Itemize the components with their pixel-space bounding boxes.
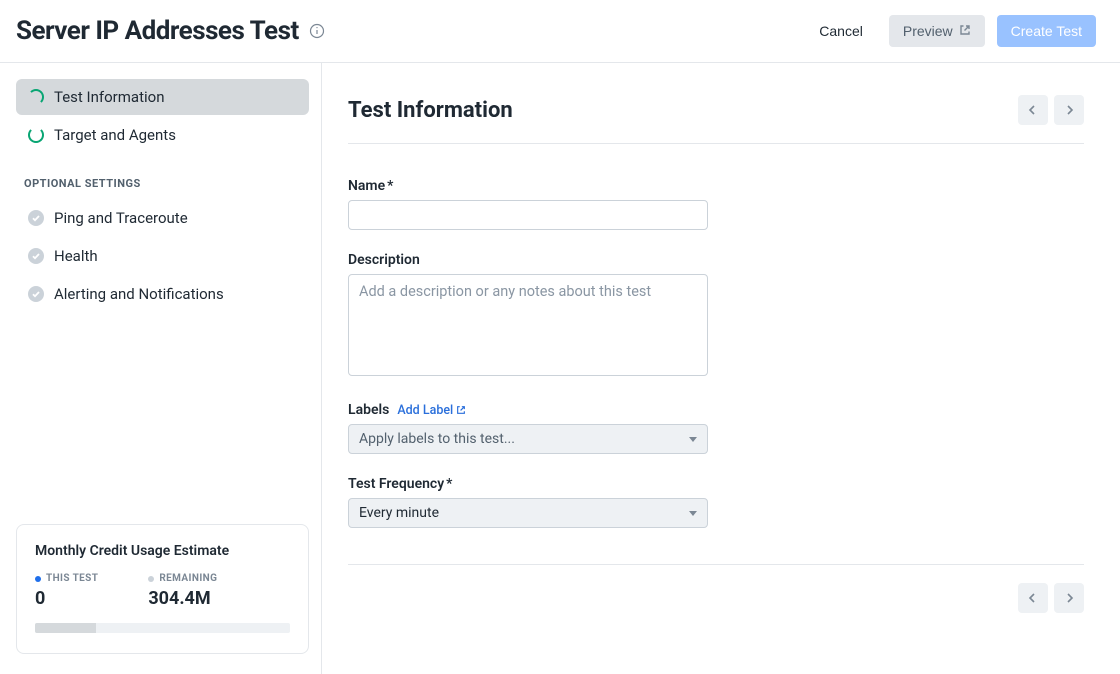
arrow-right-icon (1063, 104, 1075, 116)
header-actions: Cancel Preview Create Test (805, 15, 1096, 47)
sidebar-item-ping-traceroute[interactable]: Ping and Traceroute (16, 200, 309, 236)
name-input[interactable] (348, 200, 708, 230)
dot-icon (35, 576, 41, 582)
arrow-right-icon (1063, 592, 1075, 604)
labels-select-value: Apply labels to this test... (359, 431, 515, 447)
check-icon (28, 248, 44, 264)
usage-card: Monthly Credit Usage Estimate THIS TEST … (16, 524, 309, 654)
preview-button-label: Preview (903, 23, 953, 39)
section-nav-buttons (1018, 95, 1084, 125)
page-title: Server IP Addresses Test (16, 16, 299, 46)
progress-partial-icon (28, 89, 44, 105)
frequency-select-value: Every minute (359, 505, 439, 521)
dot-icon (148, 576, 154, 582)
sidebar-item-label: Target and Agents (54, 126, 176, 144)
description-input[interactable] (348, 274, 708, 376)
field-description: Description (348, 252, 708, 380)
chevron-down-icon (689, 511, 697, 516)
usage-remaining-value: 304.4M (148, 588, 217, 609)
section-nav-buttons-bottom (1018, 583, 1084, 613)
usage-remaining: REMAINING 304.4M (148, 573, 217, 609)
usage-this-label: THIS TEST (35, 573, 98, 584)
frequency-label: Test Frequency* (348, 476, 708, 492)
sidebar-item-label: Health (54, 247, 98, 265)
sidebar-section-heading: OPTIONAL SETTINGS (16, 155, 309, 198)
sidebar-item-label: Ping and Traceroute (54, 209, 188, 227)
required-mark: * (387, 178, 393, 194)
check-icon (28, 210, 44, 226)
arrow-left-icon (1027, 592, 1039, 604)
chevron-down-icon (689, 437, 697, 442)
next-button[interactable] (1054, 95, 1084, 125)
usage-this-value: 0 (35, 588, 98, 609)
progress-empty-icon (28, 127, 44, 143)
section-title: Test Information (348, 98, 513, 123)
usage-this-test: THIS TEST 0 (35, 573, 98, 609)
field-labels: Labels Add Label Apply labels to this te… (348, 402, 708, 454)
next-button[interactable] (1054, 583, 1084, 613)
prev-button[interactable] (1018, 95, 1048, 125)
usage-remaining-label: REMAINING (148, 573, 217, 584)
section-footer (348, 564, 1084, 613)
prev-button[interactable] (1018, 583, 1048, 613)
usage-title: Monthly Credit Usage Estimate (35, 543, 290, 559)
field-frequency: Test Frequency* Every minute (348, 476, 708, 528)
preview-button[interactable]: Preview (889, 15, 985, 47)
cancel-button[interactable]: Cancel (805, 15, 877, 47)
check-icon (28, 286, 44, 302)
create-test-button[interactable]: Create Test (997, 15, 1096, 47)
title-wrap: Server IP Addresses Test (16, 16, 325, 46)
sidebar-item-health[interactable]: Health (16, 238, 309, 274)
main-content: Test Information Name* Description (322, 63, 1120, 674)
external-link-icon (456, 405, 466, 415)
sidebar-item-label: Test Information (54, 88, 164, 106)
sidebar-item-alerting[interactable]: Alerting and Notifications (16, 276, 309, 312)
info-icon[interactable] (309, 23, 325, 39)
external-link-icon (959, 23, 971, 39)
required-mark: * (446, 476, 452, 492)
description-label: Description (348, 252, 708, 268)
section-header: Test Information (348, 95, 1084, 144)
usage-bar (35, 623, 290, 633)
sidebar-item-test-information[interactable]: Test Information (16, 79, 309, 115)
arrow-left-icon (1027, 104, 1039, 116)
sidebar-item-label: Alerting and Notifications (54, 285, 224, 303)
sidebar: Test Information Target and Agents OPTIO… (0, 63, 322, 674)
frequency-select[interactable]: Every minute (348, 498, 708, 528)
add-label-link[interactable]: Add Label (397, 403, 466, 418)
labels-select[interactable]: Apply labels to this test... (348, 424, 708, 454)
name-label: Name* (348, 178, 708, 194)
usage-bar-fill (35, 623, 96, 633)
body: Test Information Target and Agents OPTIO… (0, 63, 1120, 674)
form: Name* Description Labels Add Label Apply… (348, 144, 708, 528)
sidebar-item-target-agents[interactable]: Target and Agents (16, 117, 309, 153)
page-header: Server IP Addresses Test Cancel Preview … (0, 0, 1120, 63)
sidebar-nav: Test Information Target and Agents OPTIO… (16, 79, 309, 312)
field-name: Name* (348, 178, 708, 230)
usage-row: THIS TEST 0 REMAINING 304.4M (35, 573, 290, 609)
labels-label: Labels Add Label (348, 402, 708, 418)
